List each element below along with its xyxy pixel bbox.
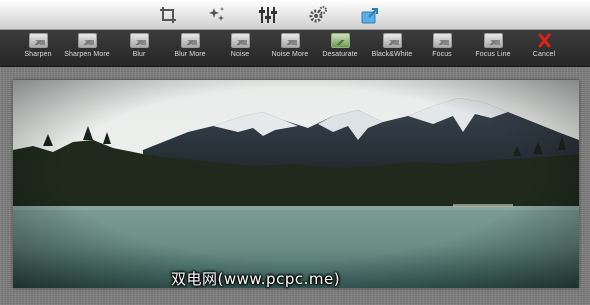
adjust-sliders-icon[interactable] — [258, 5, 278, 25]
blur-more-button[interactable]: Blur More — [171, 33, 209, 63]
blur-button[interactable]: Blur — [124, 33, 154, 63]
focus-label: Focus — [432, 51, 452, 58]
noise-more-button[interactable]: Noise More — [268, 33, 312, 63]
desaturate-label: Desaturate — [322, 51, 358, 58]
black-white-button[interactable]: Black&White — [369, 33, 415, 63]
sharpen-label: Sharpen — [24, 51, 52, 58]
sharpen-more-label: Sharpen More — [64, 51, 110, 58]
cancel-label: Cancel — [532, 51, 556, 58]
black-white-label: Black&White — [371, 51, 413, 58]
noise-button[interactable]: Noise — [225, 33, 255, 63]
noise-label: Noise — [230, 51, 250, 58]
sharpen-button[interactable]: Sharpen — [20, 33, 56, 63]
focus-line-icon — [483, 33, 503, 48]
cancel-button[interactable]: Cancel — [530, 33, 558, 63]
black-white-icon — [382, 33, 402, 48]
gears-icon[interactable] — [308, 5, 328, 25]
sharpen-icon — [28, 33, 48, 48]
sharpen-more-button[interactable]: Sharpen More — [62, 33, 112, 63]
blur-label: Blur — [132, 51, 146, 58]
crop-icon[interactable] — [158, 5, 178, 25]
save-share-icon[interactable] — [360, 5, 380, 25]
blur-more-icon — [180, 33, 200, 48]
desaturate-button[interactable]: Desaturate — [320, 33, 360, 63]
sparkle-effects-icon[interactable] — [207, 5, 227, 25]
landscape-photo — [13, 80, 579, 288]
noise-more-label: Noise More — [271, 51, 309, 58]
blur-more-label: Blur More — [174, 51, 206, 58]
effects-toolbar: Sharpen Sharpen More Blur Blur More Nois… — [0, 30, 590, 67]
focus-line-button[interactable]: Focus Line — [472, 33, 514, 63]
noise-more-icon — [280, 33, 300, 48]
noise-icon — [230, 33, 250, 48]
photo-canvas[interactable] — [13, 80, 579, 288]
focus-button[interactable]: Focus — [427, 33, 457, 63]
top-tool-bar — [0, 0, 590, 30]
focus-line-label: Focus Line — [475, 51, 511, 58]
sharpen-more-icon — [77, 33, 97, 48]
blur-icon — [129, 33, 149, 48]
focus-icon — [432, 33, 452, 48]
cancel-icon — [536, 33, 553, 48]
desaturate-icon — [330, 33, 350, 48]
watermark-text: 双电网(www.pcpc.me) — [171, 270, 341, 288]
